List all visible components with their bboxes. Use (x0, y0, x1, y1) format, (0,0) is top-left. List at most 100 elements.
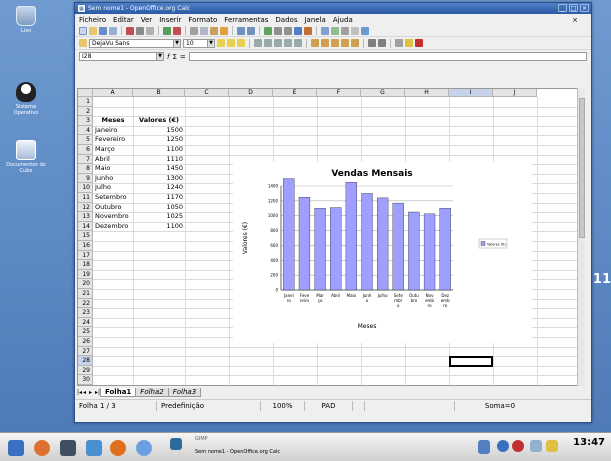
row-header-16[interactable]: 16 (78, 241, 93, 251)
email-icon[interactable] (109, 26, 117, 35)
row-header-3[interactable]: 3 (78, 116, 93, 126)
kde-menu-icon[interactable] (8, 440, 24, 456)
tray-alert-icon[interactable] (512, 440, 524, 452)
tray-clipboard-icon[interactable] (478, 440, 490, 454)
column-header-e[interactable]: E (273, 89, 317, 97)
scrollbar-thumb[interactable] (579, 98, 585, 238)
home-icon[interactable] (34, 440, 50, 456)
tab-folha2[interactable]: Folha2 (135, 387, 169, 397)
undo-icon[interactable] (237, 26, 245, 35)
menu-editar[interactable]: Editar (113, 16, 134, 24)
row-header-26[interactable]: 26 (78, 337, 93, 347)
menu-janela[interactable]: Janela (304, 16, 325, 24)
desktop-icon-documents[interactable]: Documentos do Cubo (6, 140, 46, 174)
bar-chart[interactable]: Vendas Mensais0200400600800100012001400J… (233, 162, 532, 343)
desktop-icon-trash[interactable]: Lixo (6, 6, 46, 34)
preview-icon[interactable] (146, 26, 154, 35)
konqueror-icon[interactable] (136, 440, 152, 456)
cell-month[interactable]: Abril (95, 155, 131, 165)
paste-icon[interactable] (210, 26, 218, 35)
name-box[interactable]: I28 ▼ (79, 52, 164, 61)
task-gimp[interactable]: GIMP (195, 436, 208, 442)
row-header-2[interactable]: 2 (78, 106, 93, 117)
row-header-11[interactable]: 11 (78, 193, 93, 203)
cell-value[interactable]: 1100 (135, 222, 183, 232)
merge-cells-icon[interactable] (294, 39, 302, 47)
new-icon[interactable] (79, 26, 87, 35)
italic-icon[interactable] (227, 39, 235, 47)
chevron-down-icon[interactable]: ▼ (156, 53, 163, 60)
close-button[interactable]: × (580, 4, 589, 12)
autospell-icon[interactable] (173, 26, 181, 35)
row-header-27[interactable]: 27 (78, 346, 93, 357)
minimize-button[interactable]: _ (558, 4, 567, 12)
decrease-indent-icon[interactable] (368, 39, 376, 47)
increase-indent-icon[interactable] (378, 39, 386, 47)
add-decimal-icon[interactable] (341, 39, 349, 47)
tray-volume-icon[interactable] (530, 440, 542, 452)
font-size-combo[interactable]: 10 ▼ (183, 38, 215, 48)
row-header-21[interactable]: 21 (78, 289, 93, 299)
sort-asc-icon[interactable] (274, 26, 282, 35)
borders-icon[interactable] (395, 39, 403, 47)
row-header-17[interactable]: 17 (78, 250, 93, 261)
row-header-23[interactable]: 23 (78, 308, 93, 318)
cell-month[interactable]: Março (95, 145, 131, 155)
column-header-g[interactable]: G (361, 89, 405, 97)
save-icon[interactable] (99, 26, 107, 35)
row-header-6[interactable]: 6 (78, 145, 93, 155)
row-header-24[interactable]: 24 (78, 317, 93, 328)
chevron-down-icon[interactable]: ▼ (173, 39, 180, 47)
tray-power-icon[interactable] (546, 440, 558, 452)
percent-icon[interactable] (321, 39, 329, 47)
font-color-icon[interactable] (415, 39, 423, 47)
number-format-icon[interactable] (331, 39, 339, 47)
row-header-20[interactable]: 20 (78, 279, 93, 289)
cell-value[interactable]: 1250 (135, 135, 183, 145)
align-left-icon[interactable] (254, 39, 262, 47)
datasources-icon[interactable] (341, 26, 349, 35)
row-header-9[interactable]: 9 (78, 173, 93, 184)
cell-month[interactable]: Novembro (95, 212, 131, 222)
column-header-b[interactable]: B (133, 89, 185, 97)
menu-formato[interactable]: Formato (188, 16, 217, 24)
cell-value[interactable]: 1240 (135, 183, 183, 193)
cell-month[interactable]: Janeiro (95, 126, 131, 136)
styles-icon[interactable] (79, 39, 87, 47)
row-header-7[interactable]: 7 (78, 154, 93, 165)
zoom-icon[interactable] (351, 26, 359, 35)
function-wizard-icon[interactable]: f (167, 53, 169, 61)
redo-icon[interactable] (247, 26, 255, 35)
status-mode[interactable]: PAD (305, 400, 353, 411)
cell-value[interactable]: 1170 (135, 193, 183, 203)
cell-value[interactable]: 1100 (135, 145, 183, 155)
background-color-icon[interactable] (405, 39, 413, 47)
cell-month[interactable]: Maio (95, 164, 131, 174)
menu-inserir[interactable]: Inserir (159, 16, 181, 24)
row-header-1[interactable]: 1 (78, 97, 93, 107)
sum-icon[interactable]: Σ (172, 53, 176, 61)
pdf-icon[interactable] (126, 26, 134, 35)
remove-decimal-icon[interactable] (351, 39, 359, 47)
select-all-corner[interactable] (78, 89, 93, 97)
draw-icon[interactable] (304, 26, 312, 35)
open-icon[interactable] (89, 26, 97, 35)
cell-value[interactable]: 1025 (135, 212, 183, 222)
column-header-c[interactable]: C (185, 89, 229, 97)
menu-ferramentas[interactable]: Ferramentas (224, 16, 268, 24)
tray-network-icon[interactable] (497, 440, 509, 452)
row-header-12[interactable]: 12 (78, 202, 93, 213)
row-header-4[interactable]: 4 (78, 125, 93, 136)
tab-folha1[interactable]: Folha1 (100, 387, 137, 397)
cell-value[interactable]: 1050 (135, 203, 183, 213)
font-name-combo[interactable]: DejaVu Sans ▼ (89, 38, 181, 48)
align-center-icon[interactable] (264, 39, 272, 47)
column-header-d[interactable]: D (229, 89, 273, 97)
row-header-15[interactable]: 15 (78, 231, 93, 241)
desktop-pager-icon[interactable] (170, 438, 182, 450)
cell-b3-header[interactable]: Valores (€) (135, 116, 183, 126)
cut-icon[interactable] (190, 26, 198, 35)
cell-value[interactable]: 1110 (135, 155, 183, 165)
selected-cell-i28[interactable] (449, 356, 493, 367)
row-header-13[interactable]: 13 (78, 212, 93, 222)
